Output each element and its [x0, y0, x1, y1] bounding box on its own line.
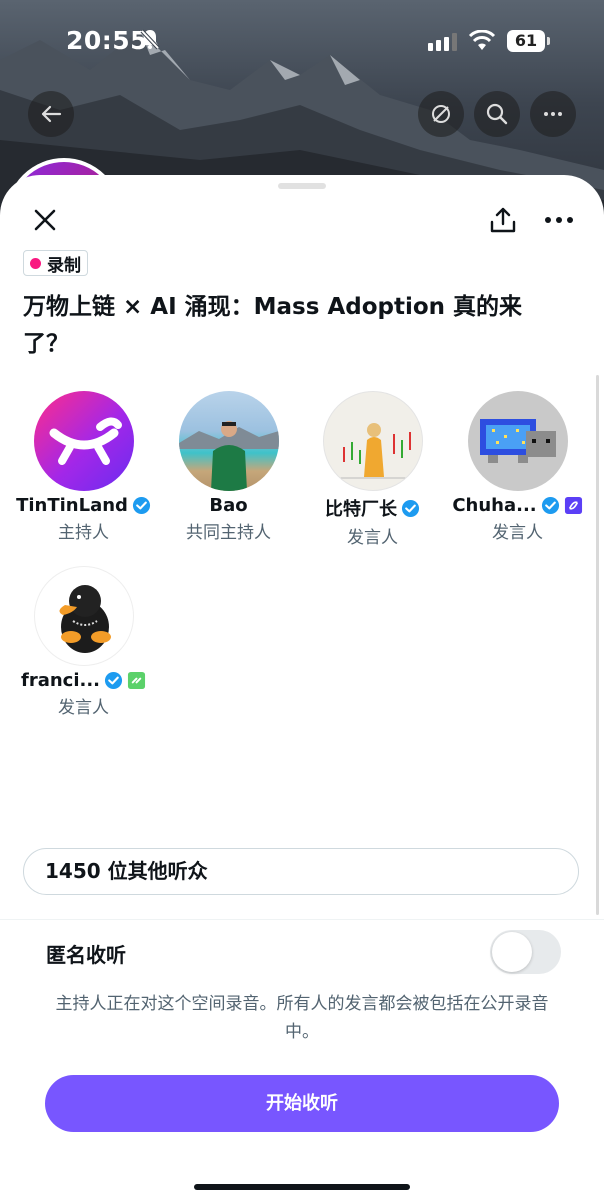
- share-button[interactable]: [486, 203, 520, 237]
- speaker-role: 发言人: [58, 698, 109, 718]
- anonymous-listen-label: 匿名收听: [46, 943, 126, 967]
- recording-notice: 主持人正在对这个空间录音。所有人的发言都会被包括在公开录音中。: [55, 994, 549, 1042]
- close-button[interactable]: [30, 205, 60, 235]
- space-sheet: 录制 万物上链 × AI 涌现：Mass Adoption 真的来了？ TinT…: [0, 175, 604, 1200]
- speaker-avatar: [33, 391, 134, 491]
- affiliate-badge-icon: [564, 496, 582, 515]
- more-options-button[interactable]: [542, 205, 576, 235]
- speaker-avatar: [33, 566, 134, 666]
- eye-off-icon: [432, 105, 450, 123]
- speaker-name: Bao: [209, 495, 248, 516]
- bell-muted-icon: [139, 28, 161, 54]
- divider: [0, 919, 604, 920]
- sheet-grabber[interactable]: [278, 183, 326, 189]
- search-button[interactable]: [474, 91, 520, 137]
- arrow-left-icon: [41, 105, 62, 123]
- hide-button[interactable]: [418, 91, 464, 137]
- speaker-card[interactable]: Chuha... 发言人: [445, 391, 590, 543]
- speaker-name-row: franci...: [11, 670, 156, 691]
- speaker-card[interactable]: TinTinLand 主持人: [11, 391, 156, 543]
- affiliate-badge-icon: [127, 671, 146, 690]
- speaker-name-row: Chuha...: [445, 495, 590, 516]
- verified-badge-icon: [104, 671, 123, 690]
- back-button[interactable]: [28, 91, 74, 137]
- scrollbar[interactable]: [596, 375, 599, 915]
- wifi-icon: [468, 29, 496, 56]
- status-time: 20:55: [66, 26, 149, 55]
- more-button[interactable]: [530, 91, 576, 137]
- share-icon: [490, 207, 516, 233]
- battery-indicator: 61: [507, 30, 545, 52]
- speaker-avatar: [322, 391, 423, 491]
- speaker-card[interactable]: franci... 发言人: [11, 566, 156, 718]
- speaker-avatar: [178, 391, 279, 491]
- anonymous-listen-toggle[interactable]: [490, 930, 561, 974]
- speaker-card[interactable]: 比特厂长 发言人: [300, 391, 445, 548]
- speaker-name: TinTinLand: [16, 495, 128, 516]
- cellular-signal-icon: [428, 33, 460, 55]
- speaker-name-row: TinTinLand: [11, 495, 156, 516]
- speaker-role: 发言人: [347, 528, 398, 548]
- recording-badge: 录制: [23, 250, 88, 276]
- close-icon: [34, 209, 56, 231]
- more-horizontal-icon: [545, 217, 573, 223]
- search-icon: [486, 103, 508, 125]
- battery-nub: [547, 37, 550, 45]
- verified-badge-icon: [541, 496, 559, 515]
- recording-dot-icon: [30, 257, 41, 269]
- speaker-role: 共同主持人: [186, 523, 271, 543]
- speaker-role: 发言人: [492, 523, 543, 543]
- space-title: 万物上链 × AI 涌现：Mass Adoption 真的来了？: [23, 294, 523, 357]
- toggle-knob: [492, 932, 532, 972]
- speaker-name: franci...: [20, 670, 101, 691]
- verified-badge-icon: [401, 499, 420, 517]
- speaker-name-row: Bao: [156, 495, 301, 516]
- start-listening-button[interactable]: 开始收听: [45, 1075, 559, 1132]
- speaker-card[interactable]: Bao 共同主持人: [156, 391, 301, 543]
- speaker-name-row: 比特厂长: [300, 495, 445, 521]
- status-bar: 20:55 61: [0, 0, 604, 80]
- speaker-role: 主持人: [58, 523, 109, 543]
- listeners-count-button[interactable]: 1450 位其他听众: [23, 848, 579, 895]
- more-horizontal-icon: [544, 112, 562, 116]
- speaker-name: Chuha...: [452, 495, 537, 516]
- speaker-name: 比特厂长: [325, 499, 397, 520]
- recording-badge-label: 录制: [47, 255, 81, 276]
- verified-badge-icon: [132, 496, 150, 515]
- speaker-avatar: [467, 391, 568, 491]
- home-indicator[interactable]: [194, 1184, 410, 1190]
